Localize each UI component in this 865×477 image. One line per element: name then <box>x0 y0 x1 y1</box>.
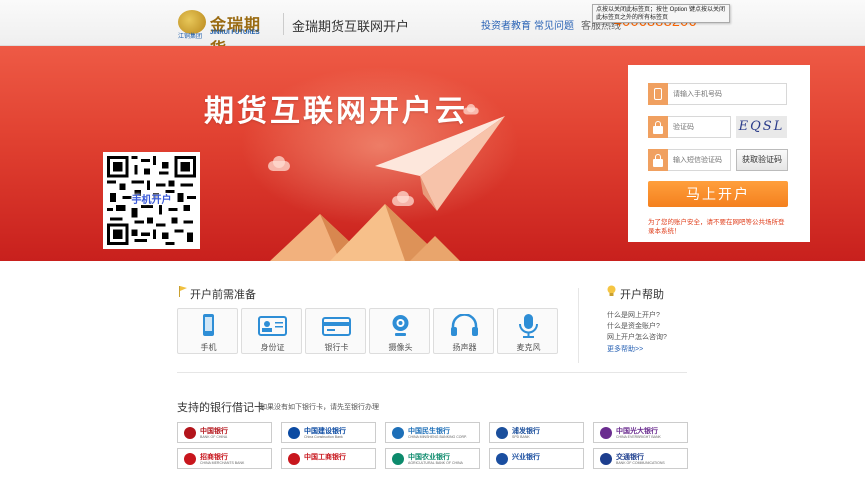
webcam-icon <box>392 315 409 336</box>
phone-input[interactable] <box>673 87 783 101</box>
cloud-icon <box>463 104 479 115</box>
bank-emblem-icon <box>184 427 196 439</box>
bank-emblem-icon <box>288 453 300 465</box>
hero-banner: 期货互联网开户云 手机开户 请输入手机号码 验证码 EQSL 输入短信验证码 获… <box>0 46 865 261</box>
bank-english-name: CHINA MINSHENG BANKING CORP. <box>408 435 467 439</box>
prep-item-speaker: 扬声器 <box>433 308 494 354</box>
bank-logo: 兴业银行 <box>489 448 584 469</box>
bank-name: 兴业银行 <box>512 454 540 461</box>
bank-english-name: AGRICULTURAL BANK OF CHINA <box>408 461 463 465</box>
bank-emblem-icon <box>496 427 508 439</box>
browser-tooltip: 点按以关闭此标签页；按住 Option 键点按以关闭此标签页之外的所有标签页 <box>592 4 730 23</box>
bank-emblem-icon <box>600 427 612 439</box>
jinrui-logo[interactable]: 金瑞期货 JINRUI FUTURES 江铜集团 <box>178 10 274 58</box>
lock-icon <box>648 149 668 171</box>
cloud-icon <box>268 156 290 171</box>
bank-logo: 招商银行 CHINA MERCHANTS BANK <box>177 448 272 469</box>
site-title: 金瑞期货互联网开户 <box>292 19 410 34</box>
lightbulb-icon <box>607 285 616 296</box>
header: 金瑞期货 JINRUI FUTURES 江铜集团 金瑞期货互联网开户 投资者教育… <box>0 0 865 58</box>
help-link[interactable]: 什么是资金账户? <box>607 321 660 331</box>
prep-label: 麦克风 <box>516 343 541 352</box>
section-divider <box>177 372 687 373</box>
signup-form: EQSL 获取验证码 马上开户 为了您的账户安全，请不要在网吧等公共场所登录本系… <box>628 65 810 242</box>
prep-label: 身份证 <box>260 343 285 352</box>
logo-english-text: JINRUI FUTURES <box>210 30 260 36</box>
more-help-link[interactable]: 更多帮助>> <box>607 344 643 354</box>
prep-label: 手机 <box>200 343 217 352</box>
qr-code[interactable]: 手机开户 <box>103 152 200 249</box>
banks-title: 支持的银行借记卡 <box>177 402 265 414</box>
prep-title: 开户前需准备 <box>190 289 256 301</box>
sms-code-input[interactable] <box>673 153 731 167</box>
help-link[interactable]: 网上开户怎么咨询? <box>607 332 667 342</box>
captcha-image[interactable]: EQSL <box>736 116 787 138</box>
bank-logo: 中国工商银行 <box>281 448 376 469</box>
prep-label: 摄像头 <box>388 343 413 352</box>
mobile-phone-icon <box>648 83 668 105</box>
logo-group-text: 江铜集团 <box>178 34 203 40</box>
phone-field[interactable] <box>648 83 787 105</box>
bank-logo: 中国民生银行 CHINA MINSHENG BANKING CORP. <box>385 422 480 443</box>
prep-item-bank-card: 银行卡 <box>305 308 366 354</box>
nav-faq[interactable]: 常见问题 <box>534 17 574 32</box>
sms-code-field[interactable] <box>648 149 731 171</box>
prep-item-webcam: 摄像头 <box>369 308 430 354</box>
bank-english-name: CHINA EVERBRIGHT BANK <box>616 435 661 439</box>
phone-icon <box>203 314 214 336</box>
nav-investor-education[interactable]: 投资者教育 <box>481 17 531 32</box>
help-title: 开户帮助 <box>620 289 664 301</box>
get-code-button[interactable]: 获取验证码 <box>736 149 788 171</box>
bank-emblem-icon <box>392 427 404 439</box>
captcha-field[interactable] <box>648 116 731 138</box>
id-card-icon <box>258 316 287 336</box>
bank-english-name: BANK OF COMMUNICATIONS <box>616 461 665 465</box>
prep-item-phone: 手机 <box>177 308 238 354</box>
bank-english-name: SPD BANK <box>512 435 530 439</box>
headphones-icon <box>451 314 478 336</box>
bank-emblem-icon <box>392 453 404 465</box>
microphone-icon <box>519 314 538 338</box>
banks-subtitle: 如果没有如下银行卡，请先至银行办理 <box>260 404 379 411</box>
bank-logo: 中国建设银行 China Construction Bank <box>281 422 376 443</box>
bank-english-name: BANK OF CHINA <box>200 435 228 439</box>
bank-english-name: CHINA MERCHANTS BANK <box>200 461 245 465</box>
bank-emblem-icon <box>288 427 300 439</box>
help-link[interactable]: 什么是网上开户? <box>607 310 660 320</box>
bank-logo: 中国光大银行 CHINA EVERBRIGHT BANK <box>593 422 688 443</box>
prep-item-id-card: 身份证 <box>241 308 302 354</box>
captcha-input[interactable] <box>673 120 728 134</box>
open-account-button[interactable]: 马上开户 <box>648 181 788 207</box>
prep-item-microphone: 麦克风 <box>497 308 558 354</box>
lock-icon <box>648 116 668 138</box>
section-divider <box>578 288 579 363</box>
flag-icon <box>179 286 187 297</box>
mountains-illustration <box>270 204 460 261</box>
bank-logo: 交通银行 BANK OF COMMUNICATIONS <box>593 448 688 469</box>
bank-card-icon <box>322 317 351 336</box>
header-divider <box>283 13 284 35</box>
bank-logo: 浦发银行 SPD BANK <box>489 422 584 443</box>
bank-logo: 中国银行 BANK OF CHINA <box>177 422 272 443</box>
prep-label: 扬声器 <box>452 343 477 352</box>
bank-emblem-icon <box>600 453 612 465</box>
security-warning: 为了您的账户安全，请不要在网吧等公共场所登录本系统！ <box>648 219 785 235</box>
prep-label: 银行卡 <box>324 343 349 352</box>
bank-emblem-icon <box>184 453 196 465</box>
qr-caption: 手机开户 <box>131 195 172 206</box>
bank-english-name: China Construction Bank <box>304 435 343 439</box>
bank-emblem-icon <box>496 453 508 465</box>
bank-logo: 中国农业银行 AGRICULTURAL BANK OF CHINA <box>385 448 480 469</box>
bank-name: 中国工商银行 <box>304 454 346 461</box>
